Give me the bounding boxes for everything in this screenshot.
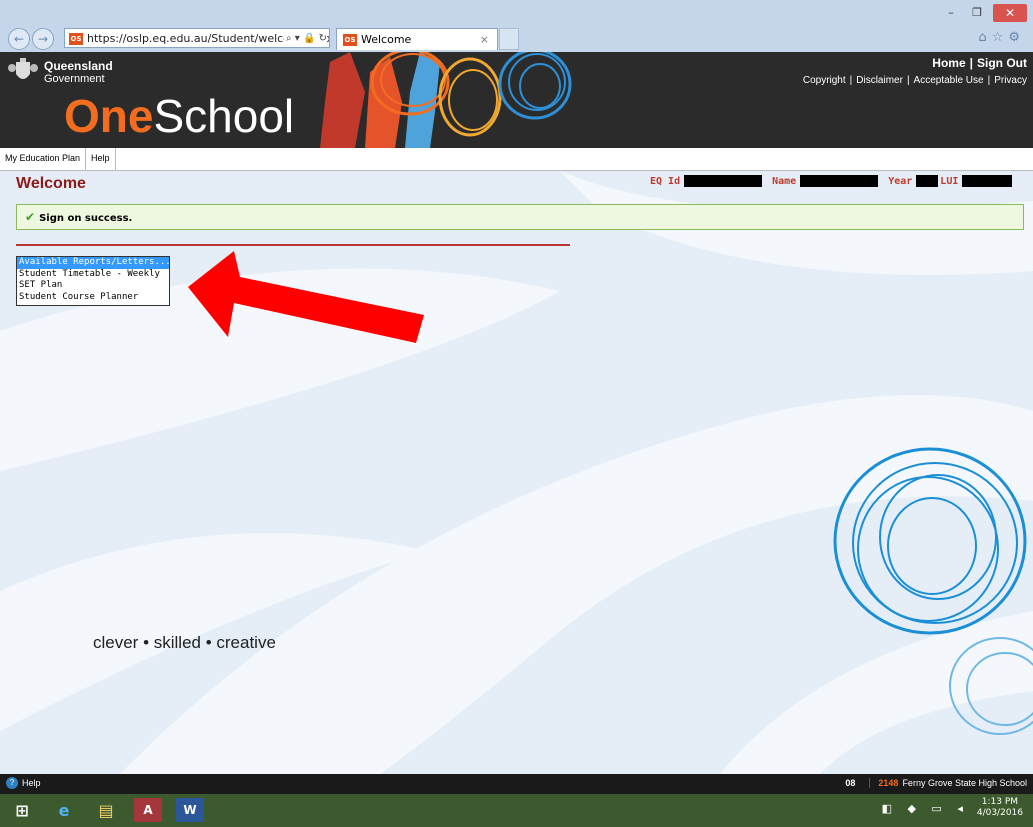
lui-redacted <box>962 175 1013 187</box>
queensland-government-logo[interactable]: Queensland Government <box>8 58 113 86</box>
menu-help[interactable]: Help <box>86 148 116 170</box>
tab-favicon-icon: OS <box>343 34 357 46</box>
help-label: Help <box>22 778 41 788</box>
internet-explorer-icon[interactable]: e <box>50 798 78 822</box>
tab-title: Welcome <box>361 33 412 46</box>
file-explorer-icon[interactable]: ▤ <box>92 798 120 822</box>
menu-my-education-plan[interactable]: My Education Plan <box>0 148 87 170</box>
help-icon: ? <box>6 777 18 789</box>
status-bar: ? Help 08 2148 Ferny Grove State High Sc… <box>0 774 1033 794</box>
year-redacted <box>916 175 939 187</box>
clock[interactable]: 1:13 PM 4/03/2016 <box>977 797 1023 819</box>
report-option-timetable[interactable]: Student Timetable - Weekly <box>17 269 169 281</box>
address-bar[interactable]: OS https://oslp.eq.edu.au/Student/welcome… <box>64 28 330 48</box>
lui-label: LUI <box>940 175 959 187</box>
help-button[interactable]: ? Help <box>6 777 41 789</box>
gov-line-2: Government <box>44 72 105 85</box>
tagline: clever • skilled • creative <box>93 633 276 652</box>
home-link[interactable]: Home <box>932 56 965 70</box>
forward-icon[interactable]: → <box>32 28 54 50</box>
home-icon[interactable]: ⌂ <box>978 30 991 45</box>
access-icon[interactable]: A <box>134 798 162 822</box>
tray-icons[interactable]: ◧ ◆ ▭ ◂ <box>882 802 969 815</box>
site-header: Queensland Government OneSchool Home | Sig… <box>0 52 1033 148</box>
sign-out-link[interactable]: Sign Out <box>977 56 1027 70</box>
tab-welcome[interactable]: OS Welcome × <box>336 28 498 50</box>
windows-taskbar: ⊞ e ▤ A W ◧ ◆ ▭ ◂ 1:13 PM 4/03/2016 <box>0 794 1033 827</box>
privacy-link[interactable]: Privacy <box>994 75 1027 86</box>
name-label: Name <box>772 175 797 187</box>
clock-date: 4/03/2016 <box>976 808 1023 818</box>
year-label: Year <box>888 175 913 187</box>
tab-close-icon[interactable]: × <box>480 29 489 51</box>
disclaimer-link[interactable]: Disclaimer <box>856 75 903 86</box>
section-divider <box>16 244 570 246</box>
name-redacted <box>800 175 879 187</box>
restore-icon[interactable]: ❐ <box>967 6 987 20</box>
school-number: 2148 <box>869 778 898 788</box>
system-tray: ◧ ◆ ▭ ◂ 1:13 PM 4/03/2016 <box>882 797 1023 819</box>
region-code: 08 <box>845 778 856 788</box>
new-tab-button[interactable] <box>499 28 519 50</box>
acceptable-use-link[interactable]: Acceptable Use <box>914 75 984 86</box>
header-links: Home | Sign Out Copyright | Disclaimer | Accep… <box>802 56 1027 86</box>
address-actions: ⌕ ▾ 🔒 ↻ <box>284 29 327 47</box>
close-icon[interactable]: ✕ <box>993 4 1027 22</box>
brand-school: School <box>153 90 295 142</box>
gov-line-1: Queensland <box>44 58 113 73</box>
window-controls: – ❐ ✕ <box>941 4 1027 22</box>
school-info: 08 2148 Ferny Grove State High School <box>845 778 1027 788</box>
checkmark-icon: ✔ <box>25 210 36 224</box>
success-banner: ✔ Sign on success. <box>16 204 1024 230</box>
eq-id-label: EQ Id <box>650 175 681 187</box>
word-icon[interactable]: W <box>176 798 204 822</box>
report-option-available[interactable]: Available Reports/Letters... <box>17 257 171 269</box>
menu-bar: My Education Plan Help <box>0 148 1033 171</box>
report-option-set-plan[interactable]: SET Plan <box>17 280 169 292</box>
minimize-icon[interactable]: – <box>941 6 961 20</box>
browser-toolbar-icons: ⌂☆⚙ <box>978 30 1025 45</box>
brand-one: One <box>64 90 154 142</box>
taskbar-icons: ⊞ e ▤ A W <box>8 798 204 822</box>
school-name: Ferny Grove State High School <box>902 778 1027 788</box>
copyright-link[interactable]: Copyright <box>803 75 846 86</box>
reports-listbox[interactable]: Available Reports/Letters... Student Tim… <box>16 256 171 306</box>
eq-id-redacted <box>684 175 763 187</box>
star-icon[interactable]: ☆ <box>992 30 1009 45</box>
report-option-course-planner[interactable]: Student Course Planner <box>17 292 169 304</box>
main-content: Welcome EQ Id Name Year LUI ✔ Sign on suc… <box>0 171 1033 774</box>
browser-chrome: – ❐ ✕ ← → OS https://oslp.eq.edu.au/Stude… <box>0 0 1033 52</box>
gear-icon[interactable]: ⚙ <box>1008 30 1025 45</box>
clock-time: 1:13 PM <box>981 797 1019 807</box>
oneschool-logo: OneSchool <box>64 88 294 144</box>
student-id-bar: EQ Id Name Year LUI <box>650 175 1013 187</box>
navigation-buttons: ← → <box>8 28 54 50</box>
site-favicon-icon: OS <box>69 33 83 45</box>
crest-icon <box>8 58 38 79</box>
success-message: Sign on success. <box>39 213 133 224</box>
page-title: Welcome <box>16 175 86 192</box>
back-icon[interactable]: ← <box>8 28 30 50</box>
windows-start-icon[interactable]: ⊞ <box>8 798 36 822</box>
header-artwork <box>320 52 572 148</box>
red-arrow-annotation <box>188 251 424 343</box>
